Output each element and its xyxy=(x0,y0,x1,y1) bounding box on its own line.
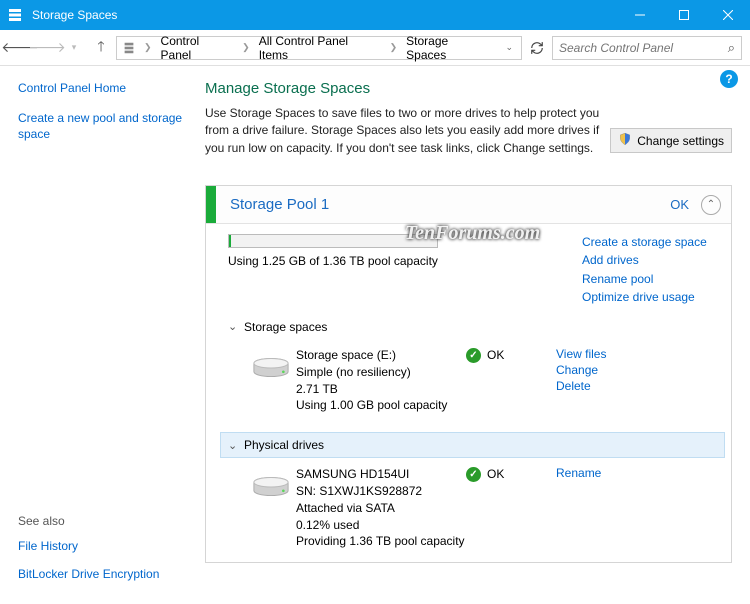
minimize-button[interactable] xyxy=(618,0,662,30)
location-icon xyxy=(121,40,137,56)
app-icon xyxy=(0,7,30,23)
link-create-space[interactable]: Create a storage space xyxy=(582,234,717,250)
status-ok-icon: ✓ xyxy=(466,348,481,363)
sidebar: Control Panel Home Create a new pool and… xyxy=(0,66,195,604)
section-storage-spaces[interactable]: ⌄ Storage spaces xyxy=(228,315,717,339)
pool-header[interactable]: Storage Pool 1 OK ⌃ xyxy=(206,186,731,224)
drive-serial: SN: S1XWJ1KS928872 xyxy=(296,483,466,500)
see-also-label: See also xyxy=(18,514,185,528)
page-title: Manage Storage Spaces xyxy=(205,80,732,97)
capacity-bar xyxy=(228,234,438,248)
link-rename-pool[interactable]: Rename pool xyxy=(582,271,717,287)
recent-dropdown[interactable]: ▾ xyxy=(62,36,86,60)
breadcrumb-item[interactable]: Storage Spaces xyxy=(404,33,493,63)
status-ok-icon: ✓ xyxy=(466,467,481,482)
section-physical-drives[interactable]: ⌄ Physical drives xyxy=(220,432,725,458)
content-pane: ? Manage Storage Spaces Use Storage Spac… xyxy=(195,66,750,604)
collapse-toggle[interactable]: ⌃ xyxy=(701,195,721,215)
pool-name: Storage Pool 1 xyxy=(216,196,670,213)
drive-providing: Providing 1.36 TB pool capacity xyxy=(296,533,466,550)
link-add-drives[interactable]: Add drives xyxy=(582,252,717,268)
link-delete-space[interactable]: Delete xyxy=(556,379,606,393)
shield-icon xyxy=(618,132,632,149)
storage-pool-panel: Storage Pool 1 OK ⌃ Using 1.25 GB of 1.3… xyxy=(205,185,732,563)
link-change-space[interactable]: Change xyxy=(556,363,606,377)
address-dropdown[interactable]: ⌄ xyxy=(501,42,517,53)
drive-icon xyxy=(246,466,296,550)
link-rename-drive[interactable]: Rename xyxy=(556,466,601,480)
drive-used: 0.12% used xyxy=(296,517,466,534)
help-icon[interactable]: ? xyxy=(720,70,738,88)
sidebar-link-file-history[interactable]: File History xyxy=(18,538,185,554)
breadcrumb-item[interactable]: All Control Panel Items xyxy=(257,33,383,63)
link-view-files[interactable]: View files xyxy=(556,347,606,361)
close-button[interactable] xyxy=(706,0,750,30)
capacity-text: Using 1.25 GB of 1.36 TB pool capacity xyxy=(228,254,582,268)
link-optimize[interactable]: Optimize drive usage xyxy=(582,289,717,305)
up-button[interactable]: 🡑 xyxy=(89,36,113,60)
search-box[interactable]: ⌕ xyxy=(552,36,742,60)
pool-status-text: OK xyxy=(670,197,701,212)
drive-name: SAMSUNG HD154UI xyxy=(296,466,466,483)
space-size: 2.71 TB xyxy=(296,381,466,398)
chevron-down-icon: ⌄ xyxy=(228,320,244,333)
forward-button[interactable]: 🡒 xyxy=(35,36,59,60)
page-description: Use Storage Spaces to save files to two … xyxy=(205,105,605,157)
breadcrumb-item[interactable]: Control Panel xyxy=(159,33,236,63)
sidebar-link-create-pool[interactable]: Create a new pool and storage space xyxy=(18,110,185,142)
window-title: Storage Spaces xyxy=(30,8,618,22)
storage-space-item: Storage space (E:) Simple (no resiliency… xyxy=(228,339,717,422)
change-settings-label: Change settings xyxy=(637,134,724,148)
search-icon[interactable]: ⌕ xyxy=(728,40,735,56)
physical-drive-item: SAMSUNG HD154UI SN: S1XWJ1KS928872 Attac… xyxy=(228,458,717,558)
status-text: OK xyxy=(487,348,504,362)
section-label: Storage spaces xyxy=(244,320,327,334)
drive-connection: Attached via SATA xyxy=(296,500,466,517)
address-toolbar: 🡐 🡒 ▾ 🡑 ❯ Control Panel ❯ All Control Pa… xyxy=(0,30,750,66)
search-input[interactable] xyxy=(559,41,728,55)
space-resiliency: Simple (no resiliency) xyxy=(296,364,466,381)
change-settings-button[interactable]: Change settings xyxy=(610,128,732,153)
pool-status-stripe xyxy=(206,186,216,223)
sidebar-link-bitlocker[interactable]: BitLocker Drive Encryption xyxy=(18,566,185,582)
window-titlebar: Storage Spaces xyxy=(0,0,750,30)
chevron-right-icon[interactable]: ❯ xyxy=(387,42,401,53)
section-label: Physical drives xyxy=(244,438,324,452)
chevron-down-icon: ⌄ xyxy=(228,439,244,452)
status-text: OK xyxy=(487,467,504,481)
chevron-right-icon[interactable]: ❯ xyxy=(239,42,253,53)
address-bar[interactable]: ❯ Control Panel ❯ All Control Panel Item… xyxy=(116,36,522,60)
sidebar-link-home[interactable]: Control Panel Home xyxy=(18,80,185,96)
space-usage: Using 1.00 GB pool capacity xyxy=(296,397,466,414)
chevron-up-icon: ⌃ xyxy=(707,199,715,210)
space-name: Storage space (E:) xyxy=(296,347,466,364)
drive-icon xyxy=(246,347,296,414)
chevron-right-icon[interactable]: ❯ xyxy=(141,42,155,53)
refresh-button[interactable] xyxy=(525,36,549,60)
maximize-button[interactable] xyxy=(662,0,706,30)
